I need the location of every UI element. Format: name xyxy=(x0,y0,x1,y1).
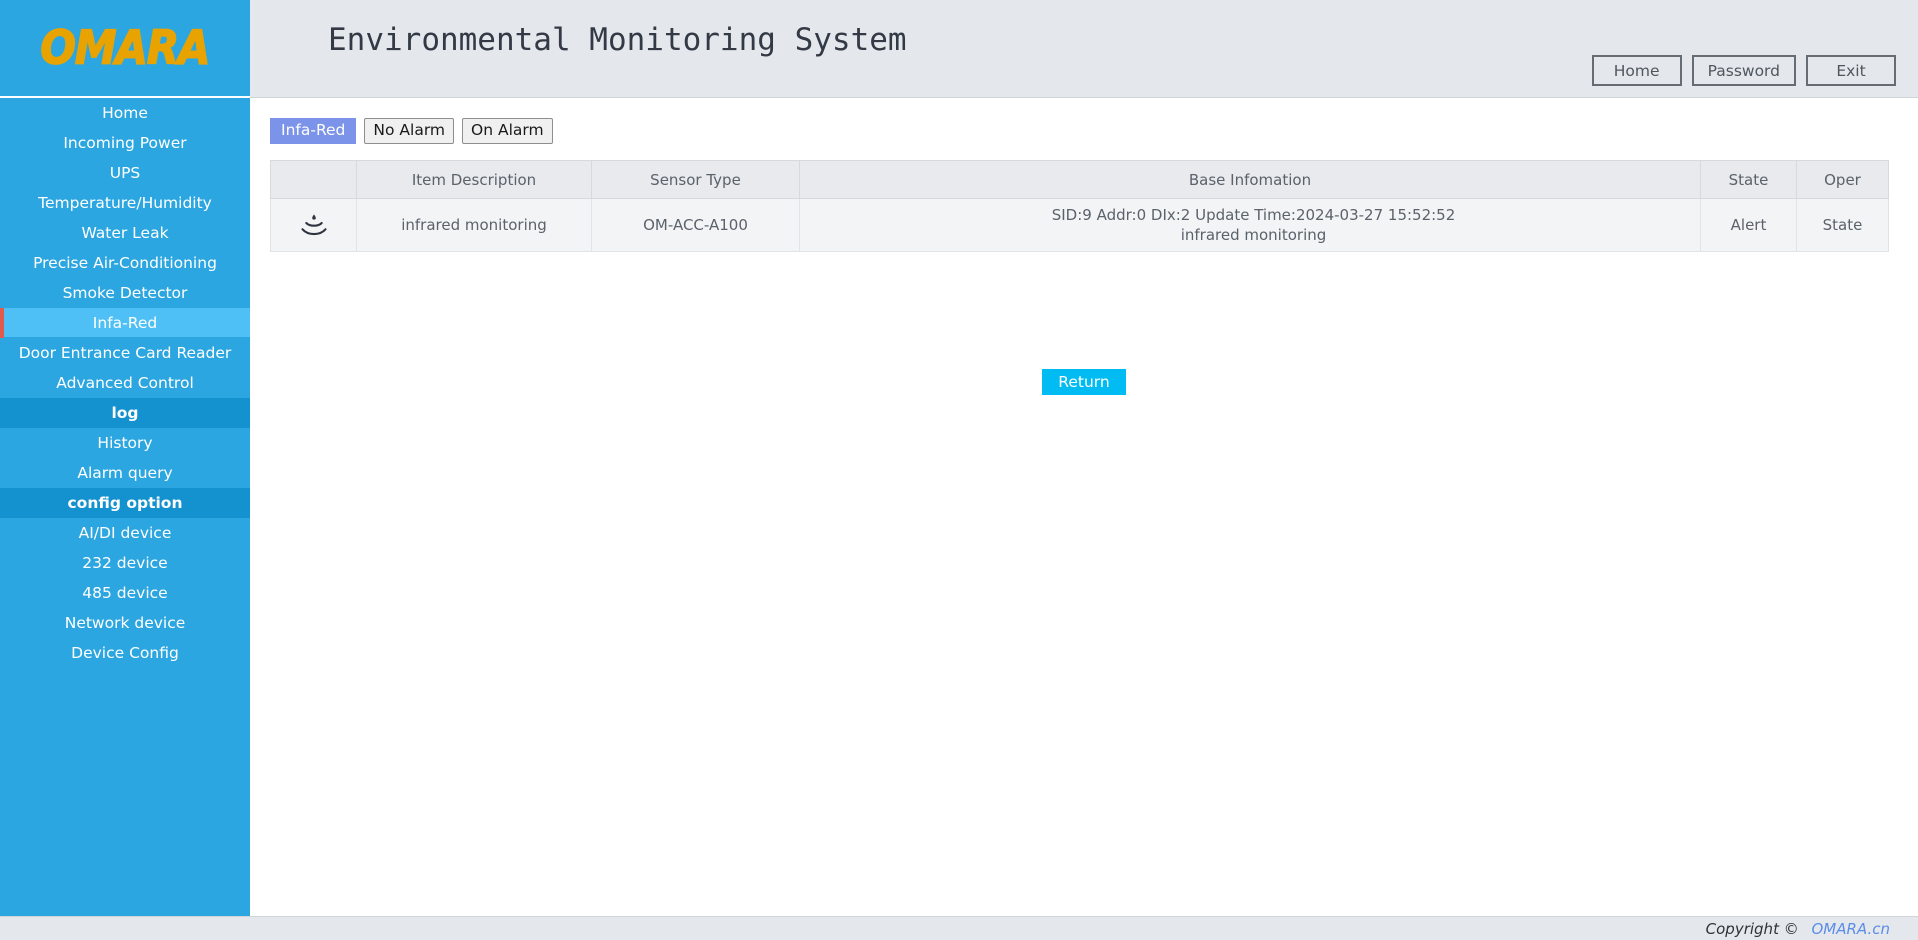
sidebar-item-ai-di-device[interactable]: AI/DI device xyxy=(0,518,250,548)
sidebar-nav: HomeIncoming PowerUPSTemperature/Humidit… xyxy=(0,98,250,668)
home-button[interactable]: Home xyxy=(1592,55,1682,86)
sensor-table: Item Description Sensor Type Base Infoma… xyxy=(270,160,1889,252)
cell-sensor-type: OM-ACC-A100 xyxy=(592,199,800,252)
column-header-state: State xyxy=(1701,161,1797,199)
sidebar-item-ups[interactable]: UPS xyxy=(0,158,250,188)
sidebar: OMARA HomeIncoming PowerUPSTemperature/H… xyxy=(0,0,250,916)
cell-description: infrared monitoring xyxy=(357,199,592,252)
header-button-group: Home Password Exit xyxy=(1592,55,1896,86)
sidebar-section-log: log xyxy=(0,398,250,428)
sidebar-item-precise-air-conditioning[interactable]: Precise Air-Conditioning xyxy=(0,248,250,278)
sidebar-item-door-entrance-card-reader[interactable]: Door Entrance Card Reader xyxy=(0,338,250,368)
table-row: infrared monitoring OM-ACC-A100 SID:9 Ad… xyxy=(271,199,1889,252)
tab-no-alarm[interactable]: No Alarm xyxy=(364,118,454,144)
sidebar-item-temperature-humidity[interactable]: Temperature/Humidity xyxy=(0,188,250,218)
base-info-line-2: infrared monitoring xyxy=(808,225,1699,245)
column-header-base-info: Base Infomation xyxy=(800,161,1701,199)
column-header-sensor-type: Sensor Type xyxy=(592,161,800,199)
filter-tab-row: Infa-Red No Alarm On Alarm xyxy=(270,118,553,144)
tab-infa-red[interactable]: Infa-Red xyxy=(270,118,356,144)
sensor-table-body: infrared monitoring OM-ACC-A100 SID:9 Ad… xyxy=(271,199,1889,252)
sidebar-item-home[interactable]: Home xyxy=(0,98,250,128)
infrared-sensor-icon xyxy=(297,208,331,242)
footer-bar: Copyright © OMARA.cn xyxy=(0,916,1918,940)
brand-logo-text: OMARA xyxy=(40,21,209,75)
table-header-row: Item Description Sensor Type Base Infoma… xyxy=(271,161,1889,199)
sidebar-item-232-device[interactable]: 232 device xyxy=(0,548,250,578)
copyright-link[interactable]: OMARA.cn xyxy=(1812,920,1891,938)
cell-icon xyxy=(271,199,357,252)
header-bar: Environmental Monitoring System Home Pas… xyxy=(250,0,1918,98)
tab-on-alarm[interactable]: On Alarm xyxy=(462,118,553,144)
sidebar-item-history[interactable]: History xyxy=(0,428,250,458)
brand-logo[interactable]: OMARA xyxy=(0,0,250,98)
copyright-label: Copyright © xyxy=(1706,920,1799,938)
status-badge: Alert xyxy=(1701,199,1797,252)
column-header-oper: Oper xyxy=(1797,161,1889,199)
application-window: OMARA HomeIncoming PowerUPSTemperature/H… xyxy=(0,0,1918,940)
sidebar-section-config-option: config option xyxy=(0,488,250,518)
column-header-description: Item Description xyxy=(357,161,592,199)
sidebar-item-advanced-control[interactable]: Advanced Control xyxy=(0,368,250,398)
column-header-icon xyxy=(271,161,357,199)
page-title: Environmental Monitoring System xyxy=(328,22,907,58)
exit-button[interactable]: Exit xyxy=(1806,55,1896,86)
sidebar-item-infa-red[interactable]: Infa-Red xyxy=(0,308,250,338)
password-button[interactable]: Password xyxy=(1692,55,1796,86)
sidebar-item-network-device[interactable]: Network device xyxy=(0,608,250,638)
oper-state-link[interactable]: State xyxy=(1797,199,1889,252)
sidebar-item-incoming-power[interactable]: Incoming Power xyxy=(0,128,250,158)
sidebar-item-water-leak[interactable]: Water Leak xyxy=(0,218,250,248)
return-button[interactable]: Return xyxy=(1042,369,1126,395)
sidebar-item-alarm-query[interactable]: Alarm query xyxy=(0,458,250,488)
sensor-table-head: Item Description Sensor Type Base Infoma… xyxy=(271,161,1889,199)
sidebar-item-device-config[interactable]: Device Config xyxy=(0,638,250,668)
sidebar-item-smoke-detector[interactable]: Smoke Detector xyxy=(0,278,250,308)
base-info-line-1: SID:9 Addr:0 DIx:2 Update Time:2024-03-2… xyxy=(808,205,1699,225)
cell-base-info: SID:9 Addr:0 DIx:2 Update Time:2024-03-2… xyxy=(800,199,1701,252)
main-content: Infa-Red No Alarm On Alarm Item Descript… xyxy=(250,99,1918,916)
sidebar-item-485-device[interactable]: 485 device xyxy=(0,578,250,608)
